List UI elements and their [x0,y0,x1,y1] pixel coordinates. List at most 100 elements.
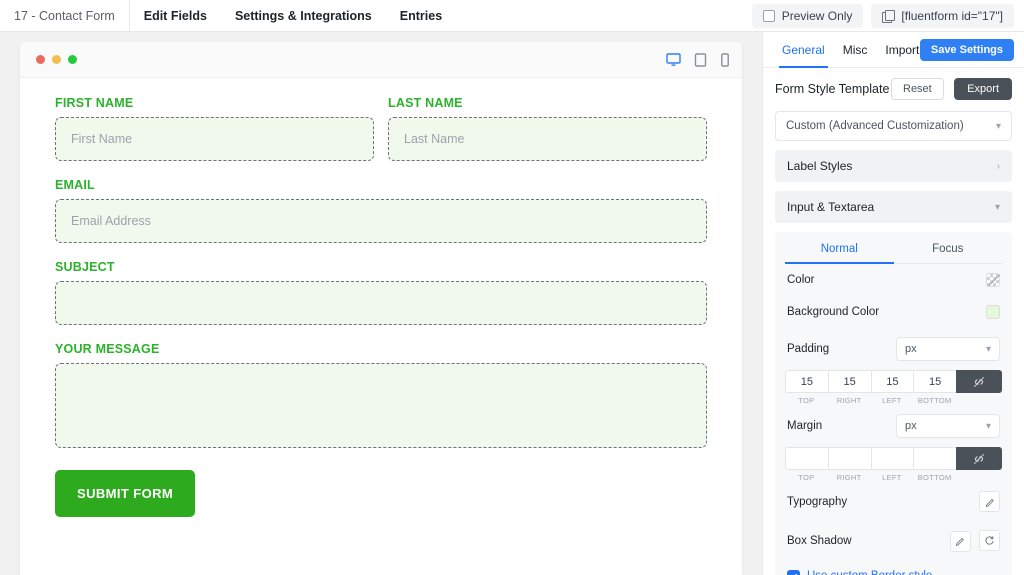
subject-input[interactable] [55,281,707,325]
margin-right-input[interactable] [827,447,871,470]
use-custom-border-style-label: Use custom Border style [807,570,932,575]
padding-left-cell: LEFT [870,370,914,405]
form-style-template-row: Form Style Template Reset Export [775,78,1012,100]
box-shadow-row: Box Shadow [785,521,1002,561]
preview-only-toggle[interactable]: Preview Only [751,4,864,28]
export-button[interactable]: Export [954,78,1012,100]
name-row: FIRST NAME LAST NAME [55,96,707,178]
tab-misc[interactable]: Misc [834,32,877,68]
window-dots [36,55,77,64]
top-bar-right: Preview Only [fluentform id="17"] [751,0,1014,32]
preview-canvas: FIRST NAME LAST NAME EMAIL SUBJECT YOUR … [0,32,762,575]
field-first-name: FIRST NAME [55,96,374,161]
minimize-dot-icon [52,55,61,64]
preview-only-checkbox[interactable] [762,10,775,22]
padding-left-label: LEFT [882,396,902,405]
chevron-down-icon: ▾ [985,343,991,355]
padding-link-toggle-icon[interactable] [956,370,1002,393]
form-style-template-title: Form Style Template [775,82,890,96]
padding-inputs: TOP RIGHT LEFT BOTTOM [785,370,1002,405]
background-color-label: Background Color [787,306,880,318]
padding-quad: TOP RIGHT LEFT BOTTOM [785,370,1002,405]
box-shadow-edit-pencil-icon[interactable] [949,530,971,552]
margin-top-input[interactable] [785,447,828,470]
top-bar-left: 17 - Contact Form Edit Fields Settings &… [0,0,456,32]
nav-item-edit-fields[interactable]: Edit Fields [130,0,221,32]
padding-top-input[interactable] [785,370,828,393]
chevron-right-icon: › [996,160,1000,172]
field-label: LAST NAME [388,96,463,110]
shortcode-copy-button[interactable]: [fluentform id="17"] [871,4,1014,28]
mobile-icon[interactable] [720,53,730,67]
padding-right-input[interactable] [827,370,871,393]
first-name-input[interactable] [55,117,374,161]
preview-card-header [20,42,742,78]
padding-top-cell: TOP [785,370,828,405]
chevron-down-icon: ▾ [995,120,1001,132]
padding-unit-select[interactable]: px ▾ [896,337,1000,361]
box-shadow-actions [945,530,1000,552]
copy-icon [882,9,896,23]
style-template-select[interactable]: Custom (Advanced Customization) ▾ [775,111,1012,141]
margin-left-label: LEFT [882,473,902,482]
color-label: Color [787,274,815,286]
submit-form-button[interactable]: SUBMIT FORM [55,470,196,517]
email-input[interactable] [55,199,707,243]
maximize-dot-icon [68,55,77,64]
padding-left-input[interactable] [870,370,914,393]
padding-top-label: TOP [798,396,815,405]
padding-right-cell: RIGHT [827,370,871,405]
desktop-icon[interactable] [666,53,681,67]
padding-bottom-label: BOTTOM [917,396,952,405]
use-custom-border-style-checkbox[interactable]: Use custom Border style [785,561,1002,575]
accordion-label-styles[interactable]: Label Styles › [775,150,1012,182]
field-your-message: YOUR MESSAGE [55,342,707,453]
reset-button[interactable]: Reset [891,78,944,100]
accordion-input-textarea[interactable]: Input & Textarea ▾ [775,191,1012,223]
color-swatch[interactable] [986,273,1000,287]
tab-normal[interactable]: Normal [785,232,894,264]
margin-row: Margin px ▾ [785,405,1002,447]
margin-unit-value: px [905,420,917,432]
field-subject: SUBJECT [55,260,707,325]
typography-edit-pencil-icon[interactable] [979,491,1000,512]
accordion-label: Input & Textarea [787,200,875,214]
field-email: EMAIL [55,178,707,243]
field-label: YOUR MESSAGE [55,342,160,356]
padding-label: Padding [787,343,830,355]
margin-unit-select[interactable]: px ▾ [896,414,1000,438]
margin-bottom-cell: BOTTOM [913,447,956,482]
color-row: Color [785,264,1002,296]
margin-link-toggle-icon[interactable] [956,447,1002,470]
nav-item-entries[interactable]: Entries [386,0,456,32]
padding-unit-value: px [905,343,917,355]
last-name-input[interactable] [388,117,707,161]
shortcode-label: [fluentform id="17"] [901,9,1003,23]
padding-bottom-cell: BOTTOM [913,370,956,405]
chevron-down-icon: ▾ [994,201,1000,213]
message-textarea[interactable] [55,363,707,448]
checkbox-checked-icon [787,569,800,575]
margin-right-label: RIGHT [836,473,862,482]
tab-focus[interactable]: Focus [894,232,1003,263]
typography-label: Typography [787,495,848,508]
box-shadow-label: Box Shadow [787,534,852,547]
save-settings-button[interactable]: Save Settings [919,39,1014,61]
state-tab-bar: Normal Focus [785,232,1002,264]
typography-row: Typography [785,482,1002,521]
field-last-name: LAST NAME [388,96,707,161]
margin-label: Margin [787,420,823,432]
background-color-swatch[interactable] [986,305,1000,319]
nav-item-settings-integrations[interactable]: Settings & Integrations [221,0,386,32]
template-actions: Reset Export [891,78,1012,100]
box-shadow-reset-icon[interactable] [979,530,1000,551]
form-title: 17 - Contact Form [0,0,130,32]
field-label: EMAIL [55,178,95,192]
close-dot-icon [36,55,45,64]
tablet-icon[interactable] [694,53,707,67]
margin-left-input[interactable] [870,447,914,470]
background-color-row: Background Color [785,296,1002,328]
padding-bottom-input[interactable] [913,370,956,393]
margin-bottom-input[interactable] [913,447,956,470]
tab-general[interactable]: General [773,32,834,68]
